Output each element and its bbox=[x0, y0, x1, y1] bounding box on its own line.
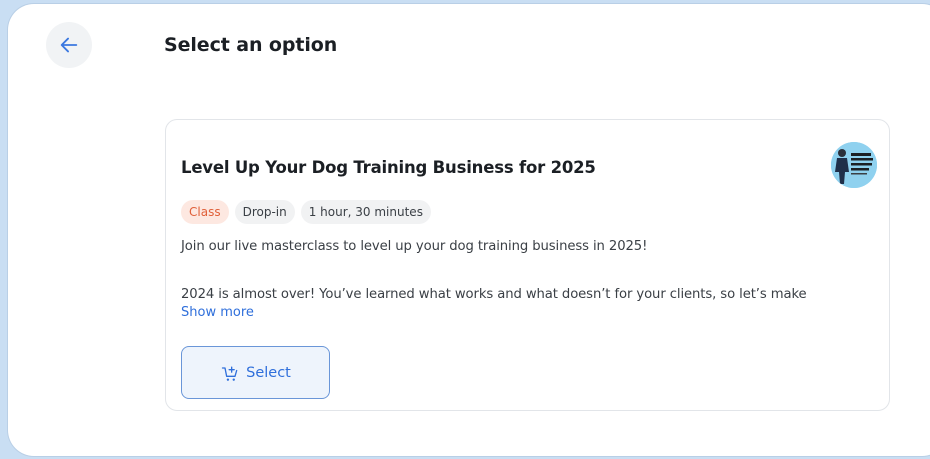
class-badge: Class bbox=[181, 200, 229, 224]
select-button[interactable]: Select bbox=[181, 346, 330, 399]
description-line: 2024 is almost over! You’ve learned what… bbox=[181, 287, 807, 302]
event-thumbnail bbox=[831, 142, 877, 188]
description-line: Join our live masterclass to level up yo… bbox=[181, 239, 648, 254]
drop-in-badge: Drop-in bbox=[234, 200, 295, 224]
select-button-label: Select bbox=[246, 364, 291, 381]
main-panel: Select an option Level Up Your Dog Train… bbox=[8, 4, 930, 456]
tag-list: Class Drop-in 1 hour, 30 minutes bbox=[181, 200, 431, 224]
cart-add-icon bbox=[221, 366, 238, 381]
back-button[interactable] bbox=[46, 22, 92, 68]
page-title: Select an option bbox=[164, 34, 338, 56]
option-title: Level Up Your Dog Training Business for … bbox=[181, 158, 596, 177]
show-more-link[interactable]: Show more bbox=[181, 305, 254, 320]
option-card: Level Up Your Dog Training Business for … bbox=[165, 119, 890, 411]
duration-badge: 1 hour, 30 minutes bbox=[300, 200, 431, 224]
arrow-left-icon bbox=[60, 37, 78, 53]
